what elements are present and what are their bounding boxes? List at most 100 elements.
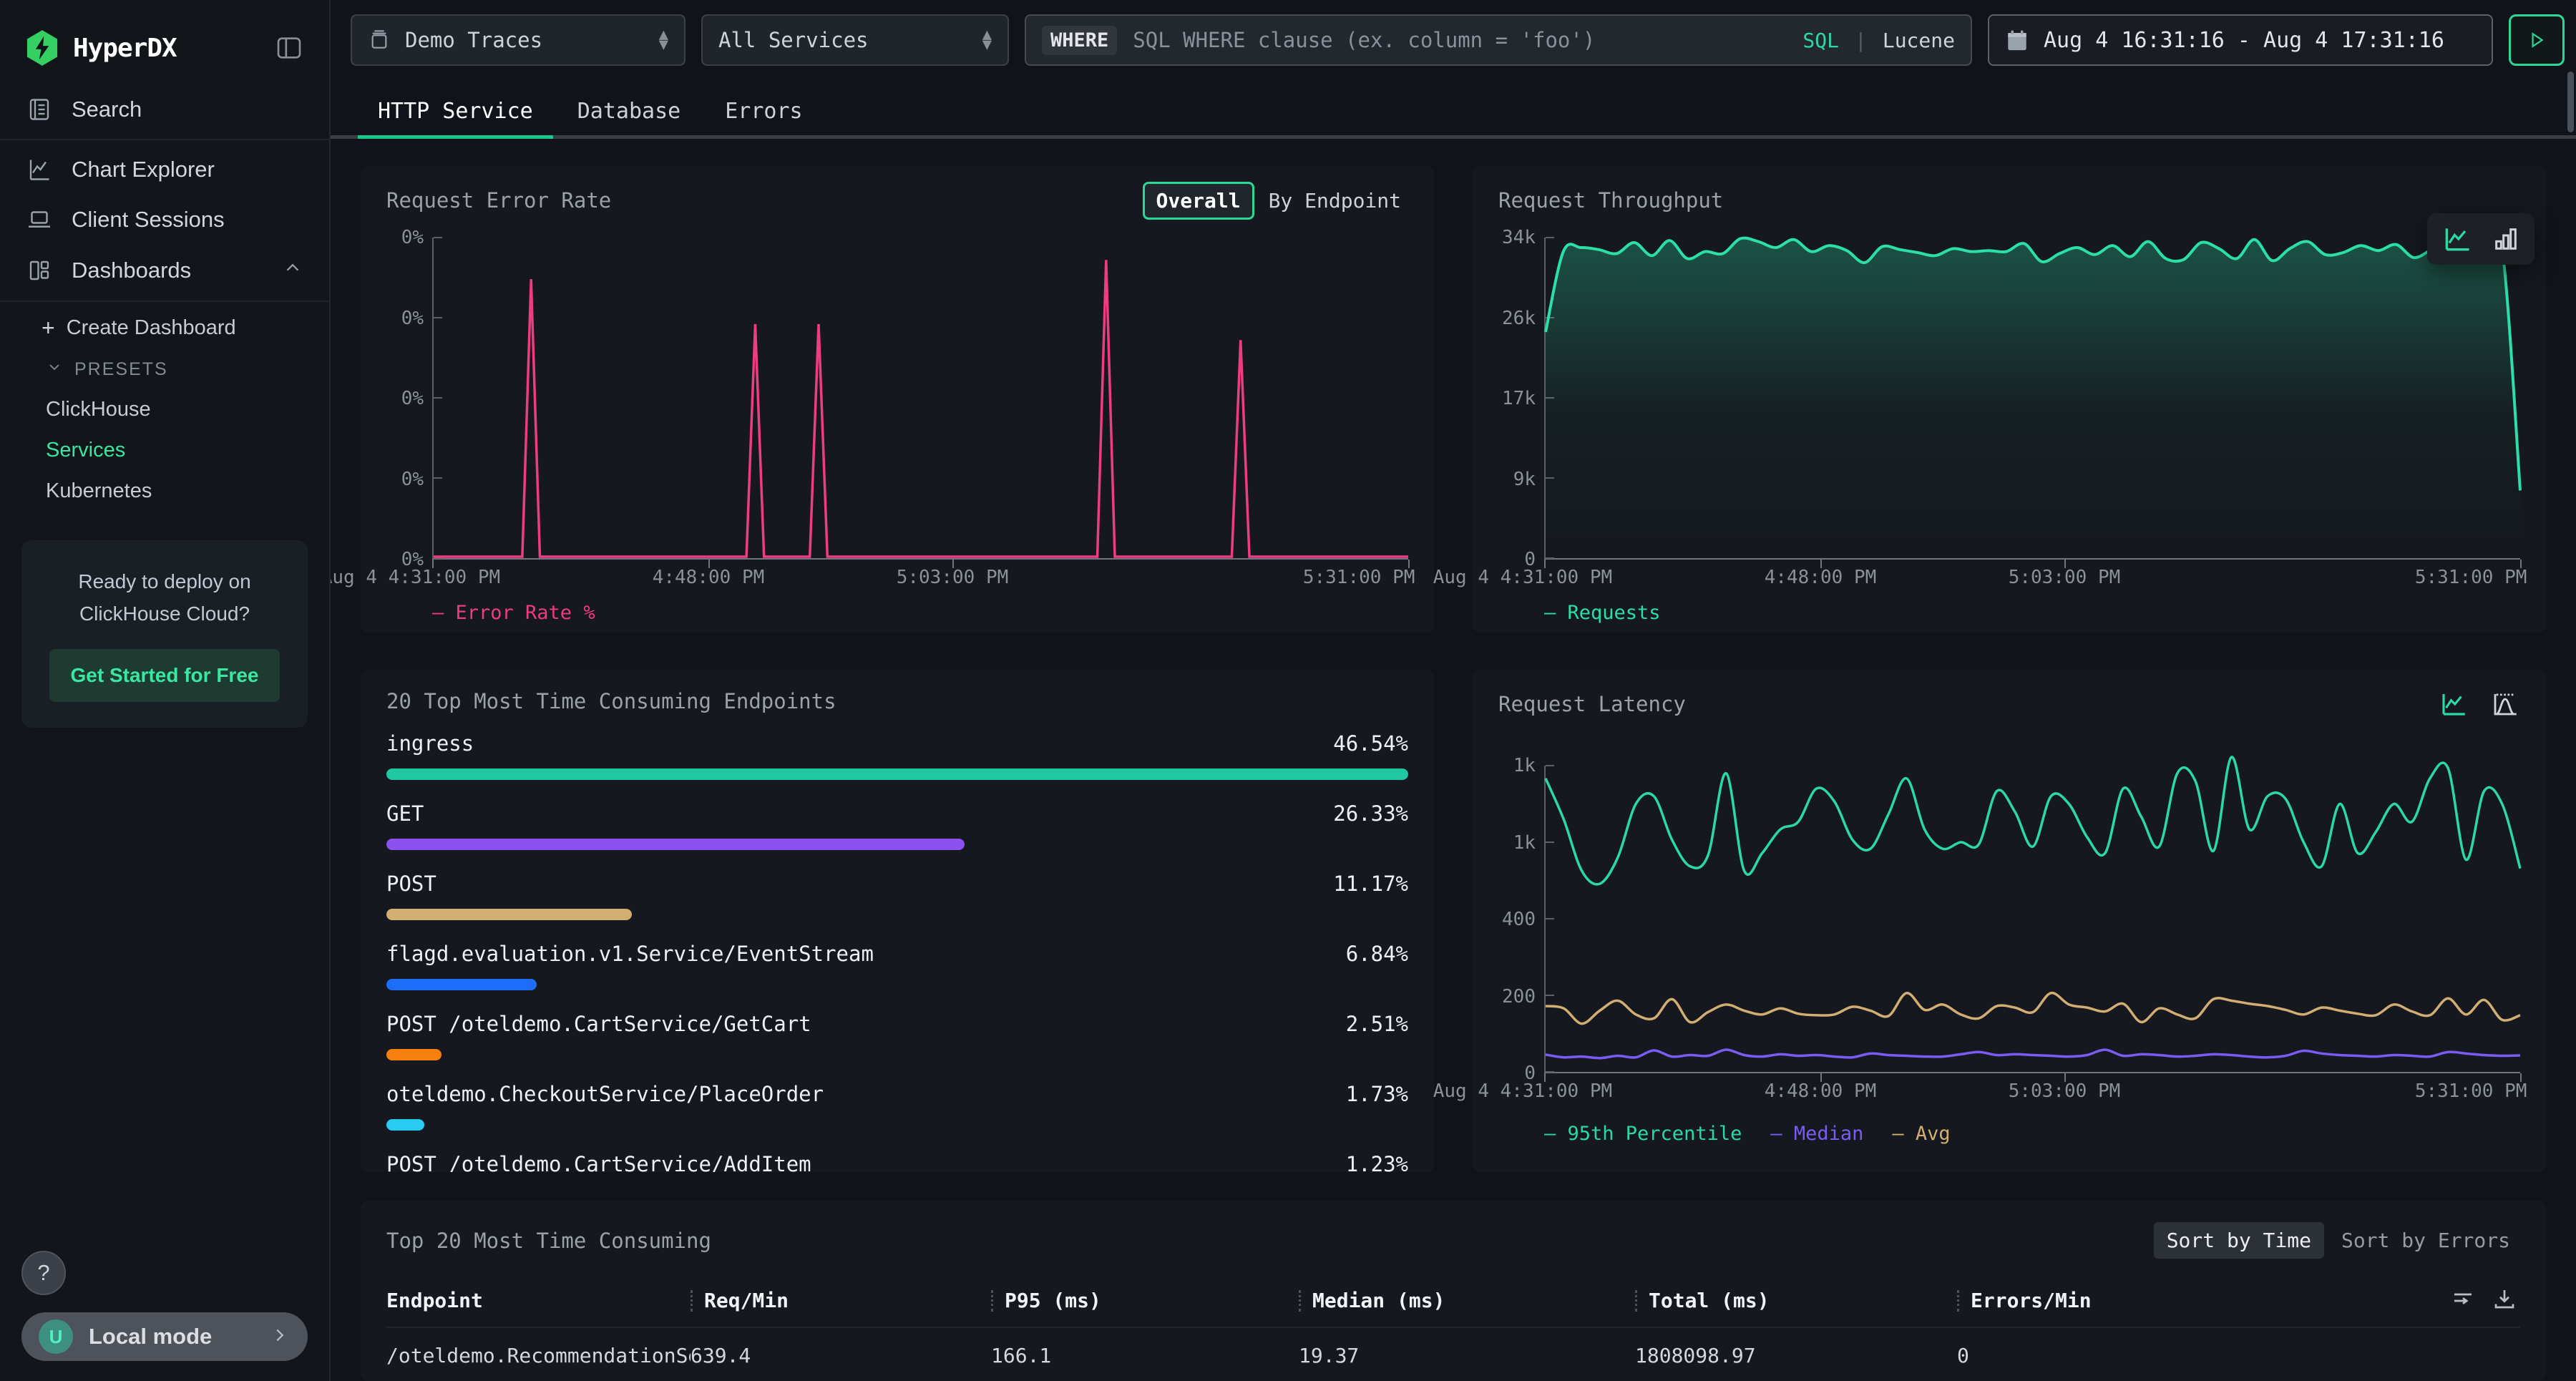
chevron-up-icon: [282, 257, 303, 284]
sidebar-item-services[interactable]: Services: [0, 430, 329, 471]
table-row[interactable]: /oteldemo.RecommendationServ639.4166.119…: [386, 1327, 2520, 1381]
service-select[interactable]: All Services ▲▼: [701, 14, 1009, 66]
promo-text-line2: ClickHouse Cloud?: [40, 598, 289, 630]
throughput-chart[interactable]: [1544, 238, 2520, 560]
endpoint-row[interactable]: POST /oteldemo.CartService/AddItem1.23%: [386, 1149, 1408, 1172]
endpoint-row[interactable]: POST /oteldemo.CartService/GetCart2.51%: [386, 1009, 1408, 1060]
panel-title: 20 Top Most Time Consuming Endpoints: [386, 689, 836, 713]
download-icon[interactable]: [2492, 1286, 2517, 1317]
scrollbar-thumb[interactable]: [2567, 72, 2574, 132]
legend-item: — Median: [1770, 1123, 1863, 1145]
column-separator: [691, 1290, 693, 1312]
endpoint-label: ingress: [386, 731, 474, 756]
x-tick-label: 4:48:00 PM: [653, 567, 765, 588]
sidebar-item-kubernetes[interactable]: Kubernetes: [0, 471, 329, 512]
x-tick-label: 4:48:00 PM: [1765, 1080, 1877, 1102]
bar-chart-icon[interactable]: [2492, 225, 2520, 253]
laptop-icon: [26, 207, 53, 233]
top-endpoints-panel: 20 Top Most Time Consuming Endpoints ing…: [361, 670, 1434, 1172]
endpoint-bar: [386, 768, 1408, 780]
throughput-legend: — Requests: [1544, 600, 2520, 625]
endpoint-row[interactable]: POST11.17%: [386, 869, 1408, 920]
x-tick-label: Aug 4 4:31:00 PM: [331, 567, 500, 588]
sidebar-item-label: Search: [72, 97, 142, 122]
x-tick-label: 5:31:00 PM: [2415, 1080, 2527, 1102]
y-tick-label: 34k: [1502, 227, 1536, 248]
where-clause-input[interactable]: WHERE SQL WHERE clause (ex. column = 'fo…: [1025, 14, 1972, 66]
latency-chart[interactable]: [1544, 766, 2520, 1073]
sidebar-item-dashboards[interactable]: Dashboards: [0, 245, 329, 296]
help-button[interactable]: ?: [21, 1251, 66, 1295]
create-dashboard-button[interactable]: + Create Dashboard: [0, 306, 329, 350]
column-header[interactable]: Errors/Min: [1971, 1289, 2092, 1312]
collapse-sidebar-icon[interactable]: [275, 34, 303, 62]
sidebar-item-client-sessions[interactable]: Client Sessions: [0, 195, 329, 245]
request-error-rate-panel: Request Error Rate Overall By Endpoint 0…: [361, 166, 1434, 633]
search-nav-icon: [26, 97, 53, 122]
get-started-button[interactable]: Get Started for Free: [49, 649, 280, 703]
endpoint-row[interactable]: GET26.33%: [386, 799, 1408, 850]
sort-by-errors-button[interactable]: Sort by Errors: [2331, 1222, 2520, 1259]
endpoint-percent: 1.23%: [1346, 1152, 1408, 1172]
column-separator: [1299, 1290, 1301, 1312]
sort-by-time-button[interactable]: Sort by Time: [2154, 1222, 2324, 1259]
column-separator: [1635, 1290, 1637, 1312]
request-throughput-panel: Request Throughput 34k26k17k9k0: [1473, 166, 2546, 633]
sidebar-item-chart-explorer[interactable]: Chart Explorer: [0, 145, 329, 195]
y-tick-label: 400: [1502, 909, 1536, 930]
endpoint-percent: 26.33%: [1333, 801, 1408, 826]
endpoint-label: POST: [386, 872, 436, 896]
endpoint-row[interactable]: oteldemo.CheckoutService/PlaceOrder1.73%: [386, 1079, 1408, 1131]
histogram-icon[interactable]: [2490, 689, 2520, 719]
endpoint-bar: [386, 1119, 424, 1131]
endpoint-row[interactable]: ingress46.54%: [386, 728, 1408, 780]
column-header[interactable]: P95 (ms): [1005, 1289, 1101, 1312]
x-tick-label: 5:31:00 PM: [2415, 567, 2527, 588]
top-time-consuming-table-panel: Top 20 Most Time Consuming Sort by Time …: [361, 1201, 2546, 1381]
line-chart-icon[interactable]: [2441, 223, 2473, 255]
error-rate-chart[interactable]: [432, 238, 1408, 560]
request-latency-panel: Request Latency 1k1k4002000: [1473, 670, 2546, 1172]
user-menu[interactable]: U Local mode: [21, 1312, 308, 1361]
throughput-y-axis: 34k26k17k9k0: [1498, 238, 1544, 560]
app-root: HyperDX Search Chart Explorer Client Ses…: [0, 0, 2576, 1381]
presets-group-toggle[interactable]: PRESETS: [0, 350, 329, 389]
x-tick-label: 4:48:00 PM: [1765, 567, 1877, 588]
table-header-row: Endpoint Req/Min P95 (ms) Median (ms) Total …: [386, 1270, 2520, 1327]
legend-item: — Avg: [1892, 1123, 1950, 1145]
column-header[interactable]: Median (ms): [1312, 1289, 1445, 1312]
tab-http-service[interactable]: HTTP Service: [358, 87, 553, 139]
table-cell: /oteldemo.RecommendationServ: [386, 1344, 691, 1367]
time-range-picker[interactable]: Aug 4 16:31:16 - Aug 4 17:31:16: [1988, 14, 2493, 66]
by-endpoint-button[interactable]: By Endpoint: [1262, 184, 1408, 218]
series-line: [1546, 993, 2520, 1024]
chart-explorer-icon: [26, 157, 53, 182]
tab-errors[interactable]: Errors: [705, 87, 822, 139]
x-tick-label: 5:03:00 PM: [2009, 1080, 2121, 1102]
line-chart-icon[interactable]: [2439, 689, 2469, 719]
time-range-value: Aug 4 16:31:16 - Aug 4 17:31:16: [2044, 28, 2444, 53]
endpoint-percent: 1.73%: [1346, 1082, 1408, 1106]
overall-button[interactable]: Overall: [1143, 182, 1254, 220]
endpoint-bar: [386, 839, 965, 850]
legend-item: — Error Rate %: [432, 602, 595, 624]
error-rate-y-axis: 0%0%0%0%0%: [386, 238, 432, 560]
column-header[interactable]: Total (ms): [1649, 1289, 1770, 1312]
logo-row: HyperDX: [0, 0, 329, 84]
sidebar-item-search[interactable]: Search: [0, 84, 329, 135]
sidebar-item-clickhouse[interactable]: ClickHouse: [0, 389, 329, 430]
data-source-select[interactable]: Demo Traces ▲▼: [351, 14, 686, 66]
sql-mode-toggle[interactable]: SQL: [1802, 29, 1839, 52]
endpoint-row[interactable]: flagd.evaluation.v1.Service/EventStream6…: [386, 939, 1408, 990]
column-header[interactable]: Endpoint: [386, 1289, 483, 1312]
tab-database[interactable]: Database: [557, 87, 701, 139]
run-query-button[interactable]: [2509, 14, 2565, 66]
legend-item: — Requests: [1544, 602, 1661, 624]
divider: [0, 139, 329, 140]
app-title: HyperDX: [73, 34, 177, 63]
column-header[interactable]: Req/Min: [704, 1289, 789, 1312]
error-rate-legend: — Error Rate %: [432, 600, 1408, 625]
x-tick-label: 5:31:00 PM: [1303, 567, 1415, 588]
lucene-mode-toggle[interactable]: Lucene: [1883, 29, 1955, 52]
text-wrap-icon[interactable]: [2450, 1286, 2476, 1317]
